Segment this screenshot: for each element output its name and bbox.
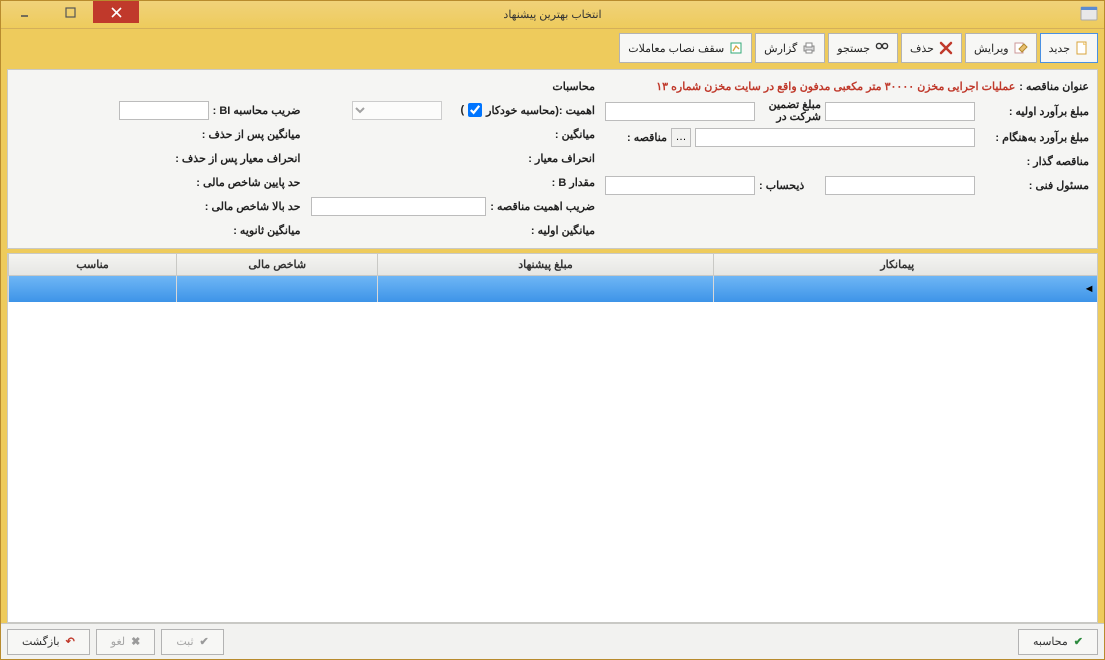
bvalue-label: مقدار B : (552, 176, 595, 189)
cancel-button[interactable]: ✖ لغو (96, 629, 156, 655)
tender-title-value: عملیات اجرایی مخزن ۳۰۰۰۰ متر مکعبی مدفون… (656, 80, 1015, 93)
report-label: گزارش (764, 42, 797, 55)
save-button[interactable]: ✔ ثبت (161, 629, 223, 655)
low-fin-idx-label: حد پایین شاخص مالی : (196, 176, 300, 189)
tech-officer-label: مسئول فنی : (979, 179, 1089, 192)
delete-label: حذف (910, 42, 934, 55)
new-button[interactable]: جدید (1040, 33, 1098, 63)
toolbar: جدید ویرایش حذف جستجو گزارش سقف نصاب معا… (7, 33, 1098, 63)
form-panel: عنوان مناقصه : عملیات اجرایی مخزن ۳۰۰۰۰ … (7, 69, 1098, 249)
secondary-avg-label: میانگین ثانویه : (233, 224, 300, 237)
updated-estimate-label: مبلغ برآورد به‌هنگام : (979, 131, 1089, 144)
search-label: جستجو (837, 42, 870, 55)
stddev-after-del-label: انحراف معیار پس از حذف : (175, 152, 300, 165)
initial-avg-label: میانگین اولیه : (531, 224, 595, 237)
auto-calc-checkbox[interactable] (468, 103, 482, 117)
table-row[interactable]: ◄ (8, 276, 1097, 302)
col-fin-idx[interactable]: شاخص مالی (176, 254, 377, 275)
new-label: جدید (1049, 42, 1070, 55)
importance-label: اهمیت :(محاسبه خودکار (486, 104, 595, 117)
grid-row-header (1081, 254, 1097, 275)
calculate-label: محاسبه (1033, 635, 1068, 648)
initial-estimate-input[interactable] (825, 102, 975, 121)
calc-heading: محاسبات (552, 80, 595, 93)
grid-header: پیمانکار مبلغ پیشنهاد شاخص مالی مناسب (8, 254, 1097, 276)
edit-button[interactable]: ویرایش (965, 33, 1037, 63)
col-suitable[interactable]: مناسب (8, 254, 176, 275)
col-bid-amount[interactable]: مبلغ پیشنهاد (377, 254, 712, 275)
initial-estimate-label: مبلغ برآورد اولیه : (979, 105, 1089, 118)
search-icon (875, 41, 889, 55)
check-icon: ✔ (1074, 635, 1083, 648)
high-fin-idx-label: حد بالا شاخص مالی : (205, 200, 301, 213)
lookup-button[interactable]: … (671, 128, 691, 147)
ceiling-label: سقف نصاب معاملات (628, 42, 724, 55)
edit-icon (1014, 41, 1028, 55)
row-pointer-icon: ◄ (1081, 276, 1097, 302)
window-close-button[interactable] (93, 1, 139, 23)
new-icon (1075, 41, 1089, 55)
window-maximize-button[interactable] (47, 1, 93, 23)
bi-coeff-label: ضریب محاسبه BI : (213, 104, 301, 117)
back-label: بازگشت (22, 635, 60, 648)
results-grid: پیمانکار مبلغ پیشنهاد شاخص مالی مناسب ◄ (7, 253, 1098, 623)
accountant-label: ذیحساب : (759, 179, 821, 192)
guarantee-label: مبلغ تضمین شرکت در (759, 100, 821, 123)
guarantee-input[interactable] (605, 102, 755, 121)
tender-imp-coeff-label: ضریب اهمیت مناقصه : (490, 200, 595, 213)
cancel-label: لغو (111, 635, 125, 648)
ceiling-icon (729, 41, 743, 55)
importance-select[interactable] (352, 101, 442, 120)
accountant-input[interactable] (605, 176, 755, 195)
app-icon (1080, 5, 1098, 23)
print-icon (802, 41, 816, 55)
report-button[interactable]: گزارش (755, 33, 825, 63)
footer: ✔ محاسبه ✔ ثبت ✖ لغو ↶ بازگشت (1, 623, 1104, 659)
back-button[interactable]: ↶ بازگشت (7, 629, 90, 655)
tenderer-label: مناقصه گذار : (979, 155, 1089, 168)
search-button[interactable]: جستجو (828, 33, 898, 63)
edit-label: ویرایش (974, 42, 1009, 55)
tender-title-label: عنوان مناقصه : (1019, 80, 1089, 93)
delete-button[interactable]: حذف (901, 33, 962, 63)
delete-icon (939, 41, 953, 55)
stddev-label: انحراف معیار : (528, 152, 595, 165)
titlebar: انتخاب بهترین پیشنهاد (1, 1, 1104, 29)
tech-officer-input[interactable] (825, 176, 975, 195)
calculate-button[interactable]: ✔ محاسبه (1018, 629, 1098, 655)
tender-no-label: مناقصه : (605, 131, 667, 144)
close-paren: ) (460, 104, 464, 116)
window-minimize-button[interactable] (1, 1, 47, 23)
col-contractor[interactable]: پیمانکار (713, 254, 1081, 275)
check-icon: ✔ (200, 635, 209, 648)
save-label: ثبت (176, 635, 193, 648)
back-icon: ↶ (66, 635, 75, 648)
avg-after-del-label: میانگین پس از حذف : (202, 128, 301, 141)
ceiling-button[interactable]: سقف نصاب معاملات (619, 33, 752, 63)
bi-coeff-input[interactable] (119, 101, 209, 120)
cancel-icon: ✖ (131, 635, 140, 648)
updated-estimate-input[interactable] (695, 128, 975, 147)
window-title: انتخاب بهترین پیشنهاد (503, 8, 601, 21)
avg-label: میانگین : (555, 128, 595, 141)
tender-imp-coeff-input[interactable] (311, 197, 487, 216)
